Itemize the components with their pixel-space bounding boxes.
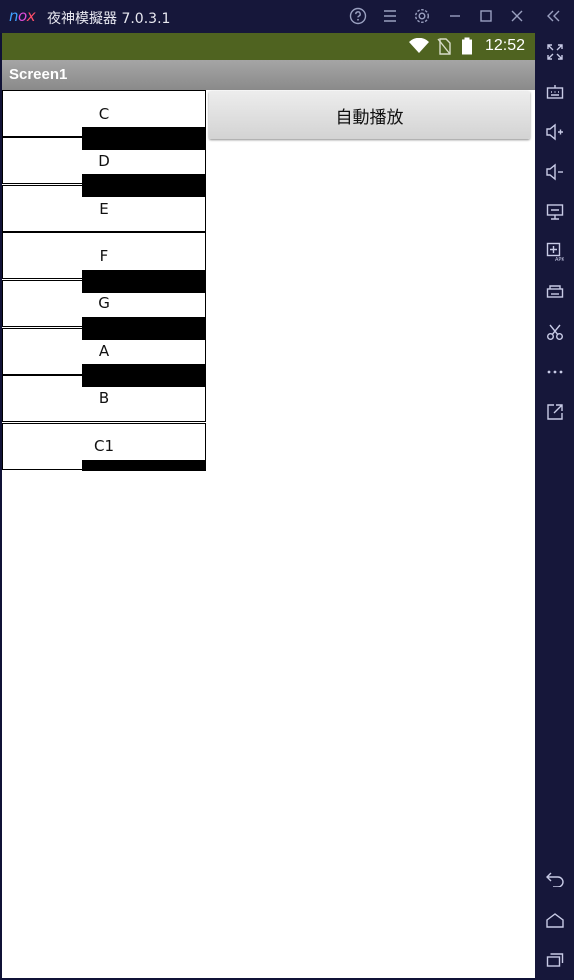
black-key-f-sharp[interactable] <box>82 270 206 293</box>
menu-icon[interactable] <box>380 6 400 26</box>
app-title-bar: Screen1 <box>2 60 535 90</box>
black-key-c-sharp[interactable] <box>82 127 206 150</box>
piano-keyboard: C D E F G A B C1 <box>2 90 206 471</box>
volume-up-icon[interactable] <box>544 121 566 143</box>
settings-icon[interactable] <box>412 6 432 26</box>
black-key-a-sharp[interactable] <box>82 364 206 387</box>
emulator-side-toolbar: APK <box>535 33 574 980</box>
status-time: 12:52 <box>484 37 525 54</box>
fullscreen-icon[interactable] <box>544 41 566 63</box>
black-key-d-sharp[interactable] <box>82 174 206 197</box>
nox-logo: nox <box>9 7 36 25</box>
keyboard-icon[interactable] <box>544 81 566 103</box>
scissors-icon[interactable] <box>544 321 566 343</box>
key-label: C1 <box>93 437 115 455</box>
battery-icon <box>461 37 473 59</box>
key-label: E <box>99 200 109 218</box>
no-sim-icon <box>437 38 451 59</box>
key-label: F <box>99 247 109 265</box>
more-icon[interactable] <box>544 361 566 383</box>
screen-icon[interactable] <box>544 201 566 223</box>
printer-icon[interactable] <box>544 281 566 303</box>
wifi-icon <box>408 37 430 58</box>
key-label: C <box>98 105 110 123</box>
android-screen: 12:52 Screen1 C D E F G A B C1 自動播放 <box>2 33 535 978</box>
key-label: A <box>98 342 110 360</box>
black-key-c1-sharp[interactable] <box>82 460 206 471</box>
maximize-icon[interactable] <box>476 6 496 26</box>
emulator-titlebar: nox 夜神模擬器 7.0.3.1 <box>0 0 574 33</box>
help-icon[interactable] <box>348 6 368 26</box>
key-label: G <box>98 294 110 312</box>
black-key-g-sharp[interactable] <box>82 317 206 340</box>
svg-text:APK: APK <box>555 257 564 262</box>
close-icon[interactable] <box>507 6 527 26</box>
status-bar: 12:52 <box>2 33 535 60</box>
key-label: B <box>98 389 110 407</box>
home-icon[interactable] <box>544 909 566 931</box>
back-icon[interactable] <box>544 868 566 890</box>
emulator-title: 夜神模擬器 7.0.3.1 <box>47 11 171 27</box>
collapse-icon[interactable] <box>543 6 563 26</box>
auto-play-button[interactable]: 自動播放 <box>209 91 530 139</box>
add-apk-icon[interactable]: APK <box>544 241 566 263</box>
open-external-icon[interactable] <box>544 401 566 423</box>
minimize-icon[interactable] <box>445 6 465 26</box>
recents-icon[interactable] <box>544 949 566 971</box>
screen-title: Screen1 <box>9 66 68 83</box>
volume-down-icon[interactable] <box>544 161 566 183</box>
key-label: D <box>98 152 110 170</box>
